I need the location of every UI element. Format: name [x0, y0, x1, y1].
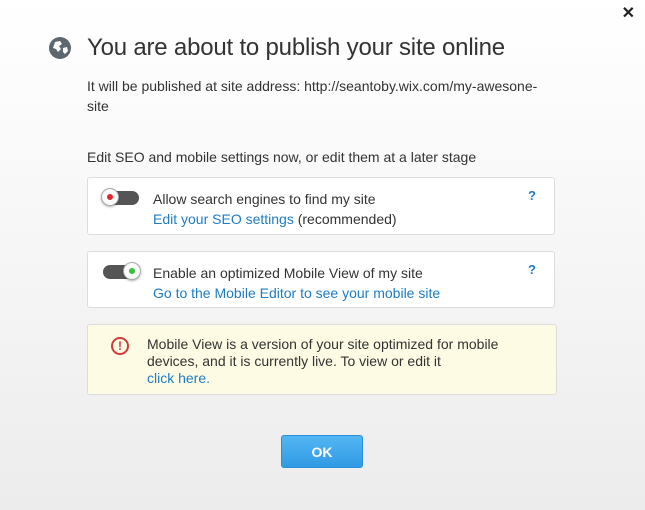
- seo-link-line: Edit your SEO settings (recommended): [153, 209, 397, 229]
- seo-help-icon[interactable]: ?: [528, 188, 536, 203]
- mobile-notice: ! Mobile View is a version of your site …: [87, 324, 557, 395]
- mobile-editor-link[interactable]: Go to the Mobile Editor to see your mobi…: [153, 283, 440, 303]
- seo-label: Allow search engines to find my site: [153, 191, 376, 207]
- site-address-text: It will be published at site address: ht…: [87, 78, 538, 114]
- mobile-label: Enable an optimized Mobile View of my si…: [153, 265, 423, 281]
- mobile-help-icon[interactable]: ?: [528, 262, 536, 277]
- toggle-knob: [123, 262, 141, 280]
- click-here-link[interactable]: click here.: [147, 370, 210, 386]
- ok-button[interactable]: OK: [281, 435, 363, 468]
- seo-recommended-text: (recommended): [293, 211, 397, 227]
- notice-text: Mobile View is a version of your site op…: [147, 336, 527, 387]
- seo-settings-card: Allow search engines to find my site Edi…: [87, 177, 555, 235]
- settings-intro: Edit SEO and mobile settings now, or edi…: [87, 149, 477, 165]
- toggle-knob: [101, 188, 119, 206]
- seo-text: Allow search engines to find my site Edi…: [153, 189, 397, 229]
- warning-icon: !: [111, 337, 129, 355]
- edit-seo-settings-link[interactable]: Edit your SEO settings: [153, 211, 294, 227]
- notice-body: Mobile View is a version of your site op…: [147, 336, 499, 369]
- mobile-text: Enable an optimized Mobile View of my si…: [153, 263, 440, 303]
- dialog-header: You are about to publish your site onlin…: [49, 34, 505, 62]
- dialog-title: You are about to publish your site onlin…: [87, 34, 505, 61]
- mobile-view-toggle[interactable]: [103, 262, 141, 280]
- mobile-view-card: Enable an optimized Mobile View of my si…: [87, 251, 555, 308]
- seo-toggle[interactable]: [101, 188, 139, 206]
- globe-icon: [49, 37, 71, 59]
- close-icon[interactable]: ✕: [622, 4, 635, 24]
